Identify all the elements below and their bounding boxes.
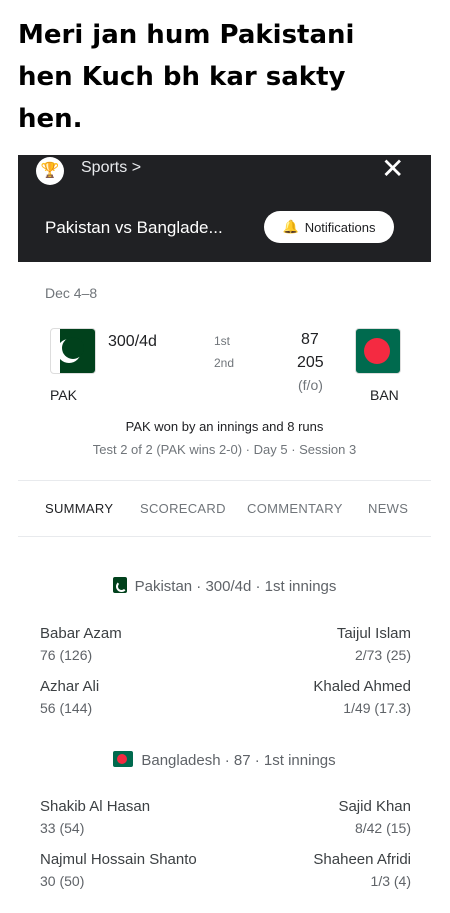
batter-stat: 56 (144) [40, 700, 93, 716]
bowler-name[interactable]: Sajid Khan [338, 798, 411, 815]
caption-line-3: hen. [18, 104, 83, 134]
innings-heading: Bangladesh · 87 · 1st innings [18, 751, 431, 769]
innings-heading-text: Pakistan · 300/4d · 1st innings [134, 578, 337, 595]
close-icon[interactable]: ✕ [381, 155, 404, 183]
batter-name[interactable]: Azhar Ali [40, 678, 99, 695]
bowler-name[interactable]: Taijul Islam [337, 625, 411, 642]
batter-name[interactable]: Najmul Hossain Shanto [40, 851, 197, 868]
innings-heading-text: Bangladesh · 87 · 1st innings [141, 752, 336, 769]
sports-link[interactable]: Sports > [81, 159, 141, 177]
notifications-button[interactable]: 🔔 Notifications [264, 211, 394, 243]
bangladesh-flag-icon [113, 751, 134, 767]
caption-line-2: hen Kuch bh kar sakty [18, 62, 346, 92]
bowler-name[interactable]: Khaled Ahmed [313, 678, 411, 695]
innings-heading: Pakistan · 300/4d · 1st innings [18, 577, 431, 595]
tab-scorecard[interactable]: SCORECARD [140, 501, 226, 516]
bowler-stat: 1/3 (4) [370, 873, 411, 889]
batter-stat: 33 (54) [40, 820, 85, 836]
bangladesh-flag-icon [355, 328, 401, 374]
bowler-name[interactable]: Shaheen Afridi [313, 851, 411, 868]
home-score: 300/4d [108, 333, 157, 350]
score-card: 🏆 Sports > ✕ Pakistan vs Banglade... 🔔 N… [18, 155, 431, 913]
innings-2-label: 2nd [214, 356, 235, 370]
home-team-abbr: PAK [50, 387, 77, 403]
bell-icon: 🔔 [282, 219, 299, 234]
follow-on-note: (f/o) [298, 377, 323, 393]
pakistan-flag-icon [50, 328, 96, 374]
batter-stat: 76 (126) [40, 647, 93, 663]
trophy-icon: 🏆 [36, 157, 64, 185]
batter-stat: 30 (50) [40, 873, 85, 889]
caption-line-1: Meri jan hum Pakistani [18, 20, 355, 50]
bowler-stat: 2/73 (25) [354, 647, 411, 663]
notifications-label: Notifications [304, 219, 376, 235]
top-bar: 🏆 Sports > ✕ Pakistan vs Banglade... 🔔 N… [18, 155, 431, 262]
match-date: Dec 4–8 [45, 285, 98, 301]
away-score-1: 87 [301, 331, 319, 348]
pakistan-flag-icon [112, 577, 127, 593]
bowler-stat: 1/49 (17.3) [343, 700, 411, 716]
match-title: Pakistan vs Banglade... [45, 218, 223, 237]
batter-name[interactable]: Babar Azam [40, 625, 122, 642]
away-score-2: 205 [297, 354, 324, 371]
divider [18, 536, 431, 537]
tab-news[interactable]: NEWS [368, 501, 408, 516]
innings-1-label: 1st [214, 334, 231, 348]
tab-commentary[interactable]: COMMENTARY [247, 501, 343, 516]
batter-name[interactable]: Shakib Al Hasan [40, 798, 150, 815]
match-result: PAK won by an innings and 8 runs [125, 419, 324, 434]
tab-summary[interactable]: SUMMARY [45, 501, 113, 516]
divider [18, 480, 431, 481]
series-info: Test 2 of 2 (PAK wins 2-0) · Day 5 · Ses… [92, 442, 357, 457]
meme-caption: Meri jan hum Pakistani hen Kuch bh kar s… [18, 14, 438, 140]
away-team-abbr: BAN [370, 387, 399, 403]
bowler-stat: 8/42 (15) [354, 820, 411, 836]
